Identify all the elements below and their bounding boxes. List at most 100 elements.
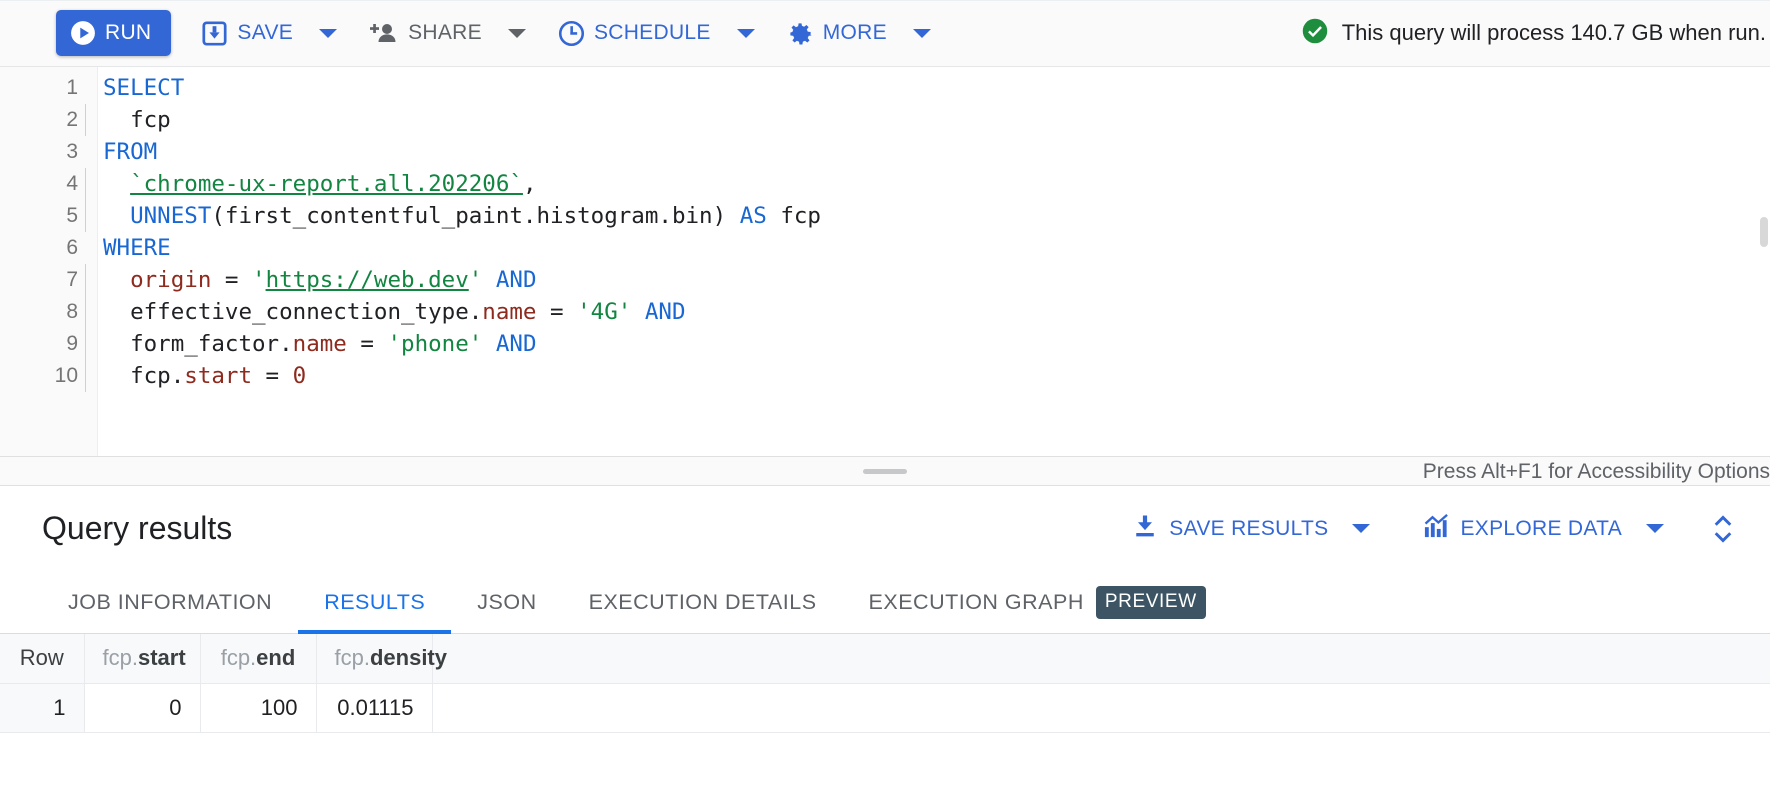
code-line-text: form_factor.name = 'phone' AND bbox=[98, 328, 537, 360]
tab-label: RESULTS bbox=[324, 590, 425, 615]
query-toolbar: RUN SAVE SHARE bbox=[0, 0, 1770, 67]
line-number: 3 bbox=[0, 136, 78, 168]
play-circle-icon bbox=[70, 20, 96, 46]
code-token: SELECT bbox=[103, 75, 184, 101]
column-header-row[interactable]: Row bbox=[0, 634, 84, 683]
more-button[interactable]: MORE bbox=[775, 11, 899, 55]
run-button-label: RUN bbox=[105, 21, 151, 45]
share-button[interactable]: SHARE bbox=[357, 11, 494, 55]
save-results-label: SAVE RESULTS bbox=[1169, 517, 1328, 541]
column-prefix: fcp. bbox=[103, 645, 138, 670]
more-dropdown-caret[interactable] bbox=[913, 29, 931, 38]
line-number: 6 bbox=[0, 232, 78, 264]
sql-code-area[interactable]: 1 SELECT 2 fcp3 FROM 4 `chrome-ux-report.all… bbox=[0, 67, 1770, 392]
code-line-text: fcp.start = 0 bbox=[98, 360, 306, 392]
save-dropdown-caret[interactable] bbox=[319, 29, 337, 38]
indent-guide bbox=[78, 232, 98, 264]
code-line[interactable]: 5 UNNEST(first_contentful_paint.histogra… bbox=[0, 200, 1770, 232]
code-token: = bbox=[252, 363, 293, 389]
code-link[interactable]: `chrome-ux-report.all.202206` bbox=[130, 171, 523, 197]
code-line[interactable]: 9 form_factor.name = 'phone' AND bbox=[0, 328, 1770, 360]
code-token bbox=[103, 267, 130, 293]
code-token: = bbox=[536, 299, 577, 325]
editor-results-splitter: Press Alt+F1 for Accessibility Options bbox=[0, 457, 1770, 486]
code-token bbox=[631, 299, 645, 325]
code-line[interactable]: 10 fcp.start = 0 bbox=[0, 360, 1770, 392]
page-title: Query results bbox=[42, 510, 232, 547]
schedule-button[interactable]: SCHEDULE bbox=[546, 11, 723, 55]
code-line[interactable]: 3 FROM bbox=[0, 136, 1770, 168]
indent-guide bbox=[78, 200, 98, 232]
indent-guide bbox=[78, 296, 98, 328]
column-header-end[interactable]: fcp.end bbox=[200, 634, 316, 683]
tab-results[interactable]: RESULTS bbox=[298, 571, 451, 633]
person-add-icon bbox=[369, 20, 399, 46]
schedule-button-label: SCHEDULE bbox=[594, 21, 711, 45]
code-token: FROM bbox=[103, 139, 157, 165]
schedule-dropdown-caret[interactable] bbox=[737, 29, 755, 38]
code-token: '4G' bbox=[577, 299, 631, 325]
code-line-text: UNNEST(first_contentful_paint.histogram.… bbox=[98, 200, 821, 232]
save-results-dropdown-caret[interactable] bbox=[1352, 524, 1370, 533]
line-number: 2 bbox=[0, 104, 78, 136]
code-token: AND bbox=[496, 331, 537, 357]
editor-scrollbar-thumb[interactable] bbox=[1760, 217, 1768, 247]
sql-editor[interactable]: 1 SELECT 2 fcp3 FROM 4 `chrome-ux-report.all… bbox=[0, 67, 1770, 457]
code-token: ' bbox=[252, 267, 266, 293]
column-header-start[interactable]: fcp.start bbox=[84, 634, 200, 683]
column-name: start bbox=[138, 645, 186, 670]
query-cost-estimate: This query will process 140.7 GB when ru… bbox=[1301, 17, 1770, 50]
code-line-text: SELECT bbox=[98, 72, 184, 104]
results-table-body: 101000.01115 bbox=[0, 683, 1770, 732]
tab-execution-details[interactable]: EXECUTION DETAILS bbox=[563, 571, 843, 633]
splitter-grip-handle[interactable] bbox=[863, 469, 907, 474]
code-token: origin bbox=[130, 267, 211, 293]
code-line[interactable]: 1 SELECT bbox=[0, 72, 1770, 104]
code-line[interactable]: 2 fcp bbox=[0, 104, 1770, 136]
column-header-density[interactable]: fcp.density bbox=[316, 634, 432, 683]
share-dropdown-caret[interactable] bbox=[508, 29, 526, 38]
code-link[interactable]: https://web.dev bbox=[266, 267, 469, 293]
line-number: 8 bbox=[0, 296, 78, 328]
code-token: WHERE bbox=[103, 235, 171, 261]
table-row[interactable]: 101000.01115 bbox=[0, 683, 1770, 732]
row-index-cell: 1 bbox=[0, 683, 84, 732]
code-token: UNNEST bbox=[130, 203, 211, 229]
gear-icon bbox=[787, 20, 814, 47]
indent-guide bbox=[78, 360, 98, 392]
code-line[interactable]: 4 `chrome-ux-report.all.202206`, bbox=[0, 168, 1770, 200]
code-line[interactable]: 7 origin = 'https://web.dev' AND bbox=[0, 264, 1770, 296]
code-line-text: origin = 'https://web.dev' AND bbox=[98, 264, 537, 296]
save-results-button[interactable]: SAVE RESULTS bbox=[1121, 508, 1338, 550]
code-line[interactable]: 6 WHERE bbox=[0, 232, 1770, 264]
code-token: start bbox=[184, 363, 252, 389]
column-header-filler bbox=[432, 634, 1770, 683]
code-token: , bbox=[523, 171, 537, 197]
code-token: AND bbox=[496, 267, 537, 293]
run-button[interactable]: RUN bbox=[56, 10, 171, 56]
tab-job-information[interactable]: JOB INFORMATION bbox=[42, 571, 298, 633]
code-token: effective_connection_type. bbox=[103, 299, 482, 325]
results-table: Rowfcp.startfcp.endfcp.density 101000.01… bbox=[0, 634, 1770, 733]
clock-icon bbox=[558, 20, 585, 47]
save-button[interactable]: SAVE bbox=[189, 11, 305, 55]
tab-execution-graph[interactable]: EXECUTION GRAPHPREVIEW bbox=[843, 571, 1232, 633]
line-number: 1 bbox=[0, 72, 78, 104]
code-token: ' bbox=[469, 267, 483, 293]
code-token bbox=[482, 331, 496, 357]
explore-data-dropdown-caret[interactable] bbox=[1646, 524, 1664, 533]
indent-guide bbox=[78, 136, 98, 168]
code-token: = bbox=[347, 331, 388, 357]
explore-data-button[interactable]: EXPLORE DATA bbox=[1412, 508, 1632, 550]
code-token: (first_contentful_paint.histogram.bin) bbox=[211, 203, 739, 229]
tab-label: JOB INFORMATION bbox=[68, 590, 272, 615]
indent-guide bbox=[78, 328, 98, 360]
indent-guide bbox=[78, 168, 98, 200]
expand-collapse-icon[interactable] bbox=[1708, 512, 1738, 546]
explore-data-label: EXPLORE DATA bbox=[1460, 517, 1622, 541]
code-token bbox=[103, 171, 130, 197]
accessibility-hint: Press Alt+F1 for Accessibility Options bbox=[1423, 457, 1770, 486]
code-token: name bbox=[482, 299, 536, 325]
tab-json[interactable]: JSON bbox=[451, 571, 562, 633]
code-line[interactable]: 8 effective_connection_type.name = '4G' … bbox=[0, 296, 1770, 328]
